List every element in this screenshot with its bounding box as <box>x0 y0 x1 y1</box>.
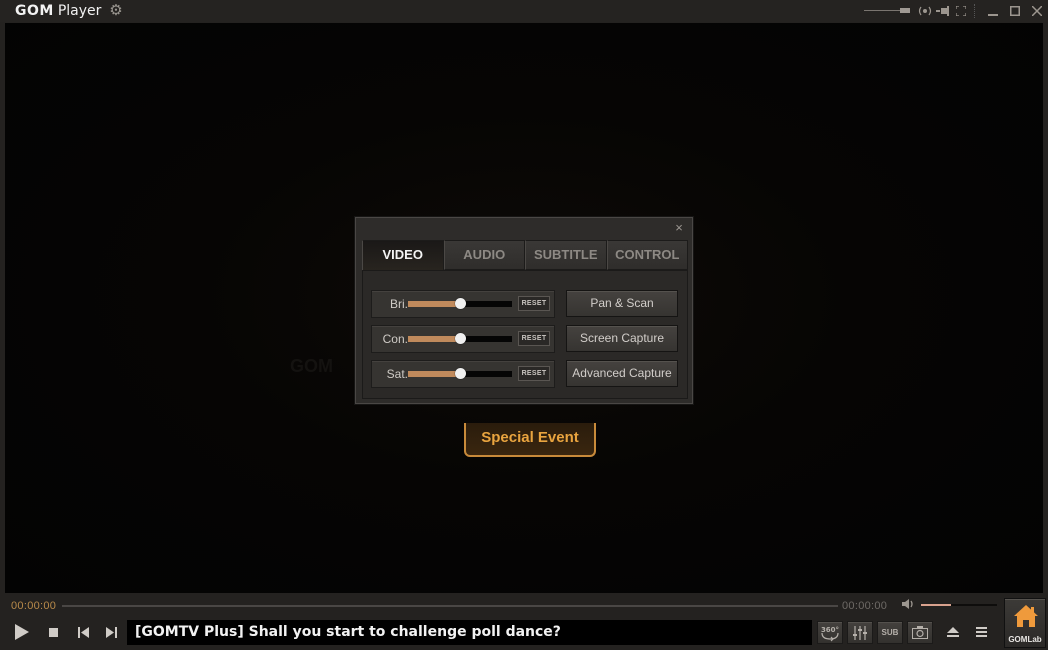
brightness-slider[interactable] <box>408 298 512 309</box>
volume-icon[interactable] <box>902 598 916 612</box>
saturation-slider-fill <box>408 371 460 377</box>
control-panel-dialog: × VIDEO AUDIO SUBTITLE CONTROL Bri. RESE… <box>355 217 693 404</box>
app-logo-player: Player <box>57 3 102 19</box>
promo-faded-text: GOM <box>290 356 333 376</box>
volume-slider-fill <box>921 604 952 606</box>
svg-text:360°: 360° <box>821 626 839 634</box>
special-event-button[interactable]: Special Event <box>464 423 596 457</box>
dialog-close-icon[interactable]: × <box>672 221 686 235</box>
playback-controls: [GOMTV Plus] Shall you start to challeng… <box>0 618 1000 648</box>
brightness-row: Bri. RESET <box>371 290 555 318</box>
tab-subtitle[interactable]: SUBTITLE <box>525 240 607 270</box>
contrast-row: Con. RESET <box>371 325 555 353</box>
equalizer-icon[interactable] <box>847 621 873 644</box>
saturation-slider[interactable] <box>408 368 512 379</box>
close-icon[interactable] <box>1026 0 1048 22</box>
tab-audio[interactable]: AUDIO <box>443 240 525 270</box>
gomlab-home-button[interactable]: GOMLab <box>1004 598 1046 648</box>
contrast-reset-button[interactable]: RESET <box>518 331 550 346</box>
tab-control[interactable]: CONTROL <box>606 240 688 270</box>
stop-icon[interactable] <box>46 618 60 646</box>
pin-icon[interactable] <box>934 0 952 22</box>
separator <box>974 4 978 18</box>
next-icon[interactable] <box>104 618 118 646</box>
broadcast-icon[interactable] <box>916 0 934 22</box>
news-ticker[interactable]: [GOMTV Plus] Shall you start to challeng… <box>127 620 812 645</box>
video-tab-panel: Bri. RESET Con. RESET Sat. RESET Pan & S… <box>362 270 688 399</box>
brightness-label: Bri. <box>390 297 408 311</box>
app-logo-gom: GOM <box>15 3 54 19</box>
opacity-slider[interactable] <box>864 0 910 22</box>
previous-icon[interactable] <box>76 618 90 646</box>
volume-slider[interactable] <box>921 604 997 606</box>
contrast-slider-thumb[interactable] <box>455 333 466 344</box>
saturation-slider-thumb[interactable] <box>455 368 466 379</box>
fullscreen-icon[interactable] <box>952 0 970 22</box>
seek-bar[interactable] <box>62 605 838 607</box>
contrast-label: Con. <box>382 332 408 346</box>
minimize-icon[interactable] <box>982 0 1004 22</box>
play-icon[interactable] <box>12 618 32 646</box>
screen-capture-button[interactable]: Screen Capture <box>566 325 678 352</box>
gomlab-label: GOMLab <box>1008 635 1042 644</box>
brightness-slider-thumb[interactable] <box>455 298 466 309</box>
saturation-label: Sat. <box>386 367 408 381</box>
brightness-reset-button[interactable]: RESET <box>518 296 550 311</box>
control-panel-tabs: VIDEO AUDIO SUBTITLE CONTROL <box>362 240 688 270</box>
subtitle-button[interactable]: SUB <box>877 621 903 644</box>
opacity-slider-thumb[interactable] <box>900 8 910 13</box>
saturation-row: Sat. RESET <box>371 360 555 388</box>
elapsed-time: 00:00:00 <box>11 600 57 612</box>
eject-open-file-icon[interactable] <box>946 618 960 646</box>
screen-capture-camera-icon[interactable] <box>907 621 933 644</box>
advanced-capture-button[interactable]: Advanced Capture <box>566 360 678 387</box>
contrast-slider[interactable] <box>408 333 512 344</box>
title-bar[interactable]: GOM Player ⚙ <box>0 0 1048 22</box>
maximize-icon[interactable] <box>1004 0 1026 22</box>
home-icon <box>1014 605 1038 627</box>
pan-scan-button[interactable]: Pan & Scan <box>566 290 678 317</box>
seek-bar-row: 00:00:00 00:00:00 <box>0 596 1048 616</box>
tab-video[interactable]: VIDEO <box>362 240 444 270</box>
gom-player-window: GOM Player ⚙ GOM Special Event × VIDEO A… <box>0 0 1048 650</box>
brightness-slider-fill <box>408 301 460 307</box>
total-time: 00:00:00 <box>842 600 888 612</box>
saturation-reset-button[interactable]: RESET <box>518 366 550 381</box>
window-controls <box>864 0 1048 22</box>
app-logo: GOM Player <box>15 3 101 19</box>
vr-360-button[interactable]: 360° <box>817 621 843 644</box>
settings-gear-icon[interactable]: ⚙ <box>108 3 124 19</box>
contrast-slider-fill <box>408 336 460 342</box>
menu-icon[interactable] <box>974 618 988 646</box>
